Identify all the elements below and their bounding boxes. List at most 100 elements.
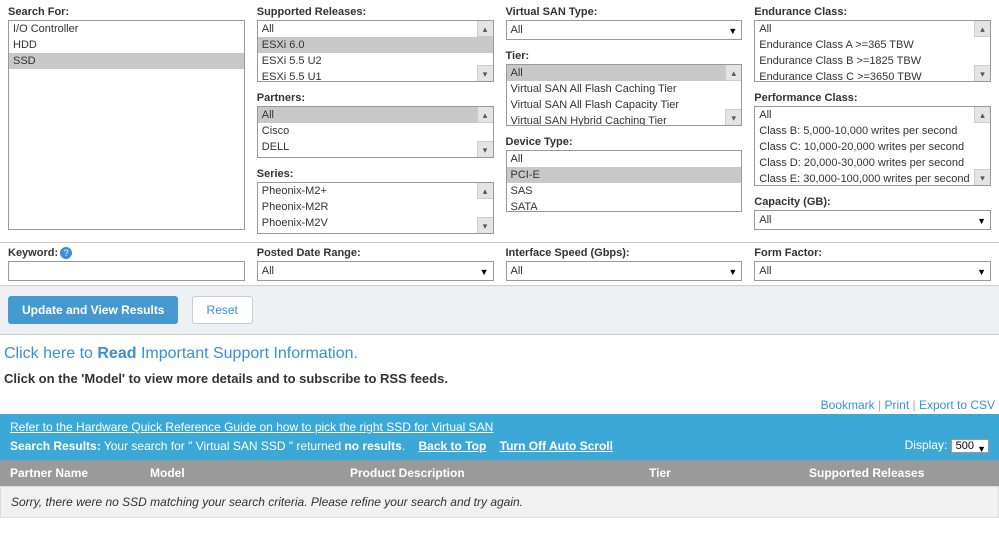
results-header: Refer to the Hardware Quick Reference Gu… <box>0 414 999 460</box>
col-tier: Tier <box>649 466 809 480</box>
scroll-down-icon[interactable]: ▾ <box>477 217 493 233</box>
perf-list[interactable]: All Class B: 5,000-10,000 writes per sec… <box>754 106 991 186</box>
display-select[interactable]: 500 <box>951 439 989 453</box>
device-opt-sas[interactable]: SAS <box>507 183 742 199</box>
tier-list[interactable]: All Virtual SAN All Flash Caching Tier V… <box>506 64 743 126</box>
perf-opt-b[interactable]: Class B: 5,000-10,000 writes per second <box>755 123 990 139</box>
export-links: Bookmark | Print | Export to CSV <box>0 396 999 414</box>
tier-opt-1[interactable]: Virtual SAN All Flash Caching Tier <box>507 81 742 97</box>
keyword-input[interactable] <box>8 261 245 281</box>
tier-label: Tier: <box>506 50 743 62</box>
scroll-up-icon[interactable]: ▴ <box>477 21 493 37</box>
perf-opt-all[interactable]: All <box>755 107 990 123</box>
series-list[interactable]: Pheonix-M2+ Pheonix-M2R Phoenix-M2V ▴ ▾ <box>257 182 494 234</box>
release-opt-55u2[interactable]: ESXi 5.5 U2 <box>258 53 493 69</box>
endur-opt-a[interactable]: Endurance Class A >=365 TBW <box>755 37 990 53</box>
series-label: Series: <box>257 168 494 180</box>
vsan-type-select[interactable]: All <box>506 20 743 40</box>
filters-panel: Search For: I/O Controller HDD SSD Suppo… <box>0 0 999 243</box>
scroll-down-icon[interactable]: ▾ <box>725 109 741 125</box>
form-factor-select[interactable]: All <box>754 261 991 281</box>
col-desc: Product Description <box>350 466 649 480</box>
tier-opt-2[interactable]: Virtual SAN All Flash Capacity Tier <box>507 97 742 113</box>
scroll-up-icon[interactable]: ▴ <box>477 107 493 123</box>
info-link-row: Click here to Read Important Support Inf… <box>0 335 999 369</box>
col-search-for: Search For: I/O Controller HDD SSD <box>8 6 245 238</box>
scroll-up-icon[interactable]: ▴ <box>477 183 493 199</box>
capacity-label: Capacity (GB): <box>754 196 991 208</box>
bookmark-link[interactable]: Bookmark <box>821 398 875 412</box>
col-endurance-perf: Endurance Class: All Endurance Class A >… <box>754 6 991 238</box>
search-for-opt-ssd[interactable]: SSD <box>9 53 244 69</box>
search-for-list[interactable]: I/O Controller HDD SSD <box>8 20 245 230</box>
capacity-select[interactable]: All <box>754 210 991 230</box>
partner-opt-dell[interactable]: DELL <box>258 139 493 155</box>
back-to-top-link[interactable]: Back to Top <box>419 439 487 453</box>
device-type-label: Device Type: <box>506 136 743 148</box>
search-for-opt-hdd[interactable]: HDD <box>9 37 244 53</box>
keyword-row: Keyword:? Posted Date Range: All Interfa… <box>0 243 999 286</box>
scroll-up-icon[interactable]: ▴ <box>725 65 741 81</box>
scroll-down-icon[interactable]: ▾ <box>477 141 493 157</box>
posted-date-label: Posted Date Range: <box>257 247 361 259</box>
search-for-opt-io[interactable]: I/O Controller <box>9 21 244 37</box>
device-type-list[interactable]: All PCI-E SAS SATA <box>506 150 743 212</box>
partners-label: Partners: <box>257 92 494 104</box>
search-for-label: Search For: <box>8 6 245 18</box>
info-read[interactable]: Read <box>97 345 136 362</box>
series-opt-1[interactable]: Pheonix-M2R <box>258 199 493 215</box>
partner-opt-cisco[interactable]: Cisco <box>258 123 493 139</box>
update-results-button[interactable]: Update and View Results <box>8 296 178 324</box>
tier-opt-3[interactable]: Virtual SAN Hybrid Caching Tier <box>507 113 742 126</box>
perf-opt-e[interactable]: Class E: 30,000-100,000 writes per secon… <box>755 171 990 186</box>
partner-opt-all[interactable]: All <box>258 107 493 123</box>
keyword-label: Keyword: <box>8 247 58 259</box>
scroll-up-icon[interactable]: ▴ <box>974 107 990 123</box>
print-link[interactable]: Print <box>884 398 909 412</box>
col-vsan-tier-device: Virtual SAN Type: All Tier: All Virtual … <box>506 6 743 238</box>
reset-button[interactable]: Reset <box>192 296 253 324</box>
hint-text: Click on the 'Model' to view more detail… <box>0 369 999 396</box>
col-partner: Partner Name <box>10 466 150 480</box>
interface-speed-label: Interface Speed (Gbps): <box>506 247 630 259</box>
vsan-type-label: Virtual SAN Type: <box>506 6 743 18</box>
endurance-list[interactable]: All Endurance Class A >=365 TBW Enduranc… <box>754 20 991 82</box>
endur-opt-all[interactable]: All <box>755 21 990 37</box>
table-header: Partner Name Model Product Description T… <box>0 460 999 486</box>
results-text-pre: Your search for " Virtual SAN SSD " retu… <box>104 439 345 453</box>
auto-scroll-link[interactable]: Turn Off Auto Scroll <box>500 439 613 453</box>
release-opt-60[interactable]: ESXi 6.0 <box>258 37 493 53</box>
info-suffix: Important Support Information. <box>137 345 358 362</box>
device-opt-all[interactable]: All <box>507 151 742 167</box>
results-text-bold: no results <box>344 439 401 453</box>
tier-opt-all[interactable]: All <box>507 65 742 81</box>
perf-opt-d[interactable]: Class D: 20,000-30,000 writes per second <box>755 155 990 171</box>
scroll-up-icon[interactable]: ▴ <box>974 21 990 37</box>
display-label: Display: <box>905 438 948 452</box>
perf-label: Performance Class: <box>754 92 991 104</box>
endur-opt-b[interactable]: Endurance Class B >=1825 TBW <box>755 53 990 69</box>
scroll-down-icon[interactable]: ▾ <box>974 65 990 81</box>
guide-link[interactable]: Refer to the Hardware Quick Reference Gu… <box>10 420 493 434</box>
col-releases: Supported Releases <box>809 466 989 480</box>
series-opt-2[interactable]: Phoenix-M2V <box>258 215 493 231</box>
partners-list[interactable]: All Cisco DELL ▴ ▾ <box>257 106 494 158</box>
release-opt-all[interactable]: All <box>258 21 493 37</box>
interface-speed-select[interactable]: All <box>506 261 743 281</box>
supported-releases-list[interactable]: All ESXi 6.0 ESXi 5.5 U2 ESXi 5.5 U1 ▴ ▾ <box>257 20 494 82</box>
col-release-partners: Supported Releases: All ESXi 6.0 ESXi 5.… <box>257 6 494 238</box>
scroll-down-icon[interactable]: ▾ <box>477 65 493 81</box>
endur-opt-c[interactable]: Endurance Class C >=3650 TBW <box>755 69 990 82</box>
col-model: Model <box>150 466 350 480</box>
series-opt-0[interactable]: Pheonix-M2+ <box>258 183 493 199</box>
results-label: Search Results: <box>10 439 101 453</box>
export-csv-link[interactable]: Export to CSV <box>919 398 995 412</box>
device-opt-sata[interactable]: SATA <box>507 199 742 212</box>
release-opt-55u1[interactable]: ESXi 5.5 U1 <box>258 69 493 82</box>
scroll-down-icon[interactable]: ▾ <box>974 169 990 185</box>
info-prefix: Click here to <box>4 345 97 362</box>
posted-date-select[interactable]: All <box>257 261 494 281</box>
help-icon[interactable]: ? <box>60 247 72 259</box>
device-opt-pcie[interactable]: PCI-E <box>507 167 742 183</box>
perf-opt-c[interactable]: Class C: 10,000-20,000 writes per second <box>755 139 990 155</box>
